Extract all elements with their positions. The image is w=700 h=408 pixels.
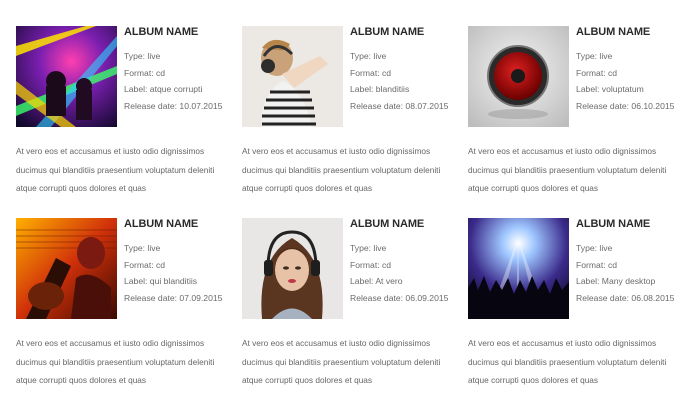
speaker-image xyxy=(468,26,569,127)
album-type: Type: live xyxy=(576,51,613,61)
album-label: Label: voluptatum xyxy=(576,84,644,95)
album-cover[interactable] xyxy=(468,26,569,127)
album-label: Label: qui blanditiis xyxy=(124,276,198,287)
album-format: Format: cd xyxy=(124,259,166,270)
album-title[interactable]: ALBUM NAME xyxy=(576,26,691,38)
album-title[interactable]: ALBUM NAME xyxy=(124,26,239,38)
girl-headphones-image xyxy=(242,218,343,319)
crowd-stage-image xyxy=(468,218,569,319)
album-cover[interactable] xyxy=(468,218,569,319)
album-label: Label: Many desktop xyxy=(576,276,656,287)
album-cover[interactable] xyxy=(242,26,343,127)
album-description: At vero eos et accusamus et iusto odio d… xyxy=(242,338,441,385)
album-release-date: Release date: 08.07.2015 xyxy=(350,101,449,112)
album-description: At vero eos et accusamus et iusto odio d… xyxy=(16,146,215,193)
album-label: Label: atque corrupti xyxy=(124,84,203,95)
album-cover[interactable] xyxy=(16,26,117,127)
album-release-date: Release date: 06.08.2015 xyxy=(576,293,675,304)
album-meta: ALBUM NAME Type: live Format: cd Label: … xyxy=(350,26,465,115)
headphones-woman-image xyxy=(242,26,343,127)
album-title[interactable]: ALBUM NAME xyxy=(350,218,465,230)
album-description: At vero eos et accusamus et iusto odio d… xyxy=(16,338,215,385)
album-meta: ALBUM NAME Type: live Format: cd Label: … xyxy=(576,218,691,307)
album-format: Format: cd xyxy=(350,259,392,270)
album-type: Type: live xyxy=(124,51,161,61)
album-meta: ALBUM NAME Type: live Format: cd Label: … xyxy=(350,218,465,307)
album-type: Type: live xyxy=(124,243,161,253)
album-format: Format: cd xyxy=(124,67,166,78)
album-format: Format: cd xyxy=(576,67,618,78)
album-meta: ALBUM NAME Type: live Format: cd Label: … xyxy=(576,26,691,115)
album-release-date: Release date: 07.09.2015 xyxy=(124,293,223,304)
album-cover[interactable] xyxy=(16,218,117,319)
album-meta: ALBUM NAME Type: live Format: cd Label: … xyxy=(124,218,239,307)
album-release-date: Release date: 06.09.2015 xyxy=(350,293,449,304)
album-description: At vero eos et accusamus et iusto odio d… xyxy=(468,338,667,385)
album-title[interactable]: ALBUM NAME xyxy=(350,26,465,38)
album-title[interactable]: ALBUM NAME xyxy=(576,218,691,230)
album-label: Label: At vero xyxy=(350,276,403,287)
album-type: Type: live xyxy=(350,243,387,253)
concert-lights-image xyxy=(16,26,117,127)
album-type: Type: live xyxy=(576,243,613,253)
album-format: Format: cd xyxy=(350,67,392,78)
album-format: Format: cd xyxy=(576,259,618,270)
guitar-collage-image xyxy=(16,218,117,319)
album-description: At vero eos et accusamus et iusto odio d… xyxy=(468,146,667,193)
album-cover[interactable] xyxy=(242,218,343,319)
album-title[interactable]: ALBUM NAME xyxy=(124,218,239,230)
album-release-date: Release date: 10.07.2015 xyxy=(124,101,223,112)
album-description: At vero eos et accusamus et iusto odio d… xyxy=(242,146,441,193)
album-type: Type: live xyxy=(350,51,387,61)
album-label: Label: blanditiis xyxy=(350,84,410,95)
album-release-date: Release date: 06.10.2015 xyxy=(576,101,675,112)
album-grid: ALBUM NAME Type: live Format: cd Label: … xyxy=(0,0,700,408)
album-meta: ALBUM NAME Type: live Format: cd Label: … xyxy=(124,26,239,115)
